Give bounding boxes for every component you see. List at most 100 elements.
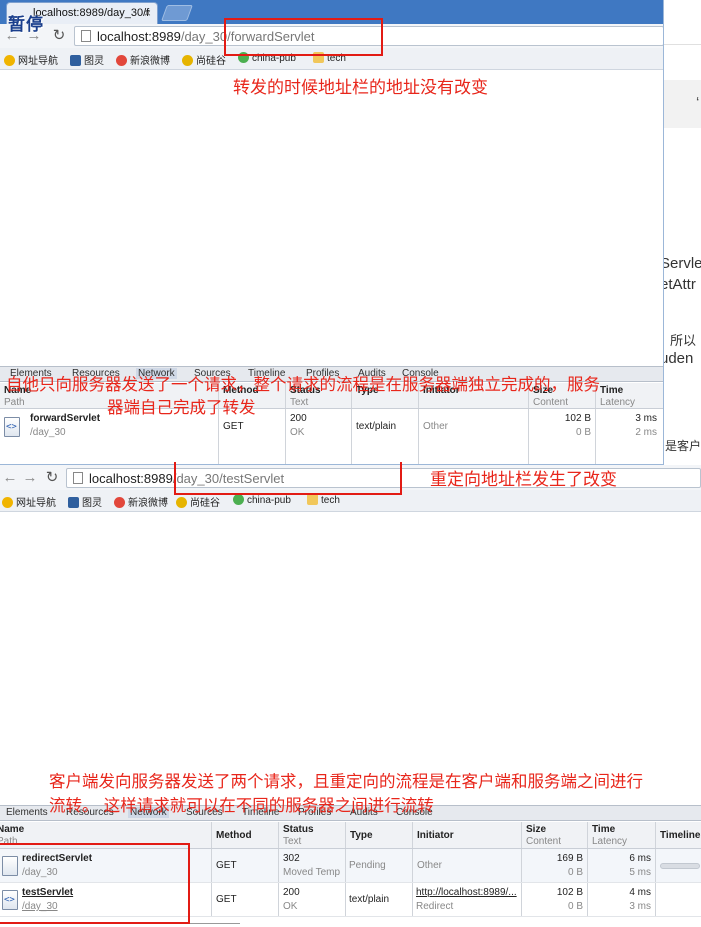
request-name[interactable]: forwardServlet xyxy=(30,413,100,424)
header-sublabel: Text xyxy=(290,397,309,408)
type-value: text/plain xyxy=(349,894,390,905)
reload-icon[interactable]: ↻ xyxy=(42,468,62,488)
cell-size: 102 B 0 B xyxy=(522,883,588,916)
annotation-forward-flow-line2: 器端自己完成了转发 xyxy=(107,398,256,417)
bookmark-item[interactable]: 图灵 xyxy=(70,52,104,67)
bookmark-item[interactable]: tech xyxy=(307,494,340,506)
type-value: text/plain xyxy=(356,421,397,432)
column-header-method[interactable]: Method xyxy=(212,822,279,848)
column-header-timeline[interactable]: Timeline xyxy=(656,822,701,848)
bookmark-item[interactable]: 尚硅谷 xyxy=(176,494,220,509)
content-size-value: 0 B xyxy=(567,901,583,912)
annotation-redirect-url: 重定向地址栏发生了改变 xyxy=(430,470,617,490)
initiator-sub: Redirect xyxy=(416,901,454,912)
annotation-forward-flow-line1: 自他只向服务器发送了一个请求，整个请求的流程是在服务器端独立完成的，服务 xyxy=(6,375,600,394)
timeline-bar xyxy=(660,863,700,869)
header-sublabel: Text xyxy=(283,836,302,847)
overlay-title: 暂停 xyxy=(8,15,44,34)
bookmark-label: 网址导航 xyxy=(16,498,56,509)
cell-size: 102 B 0 B xyxy=(529,409,596,464)
column-header-size[interactable]: Size Content xyxy=(522,822,588,848)
size-value: 169 B xyxy=(556,853,583,864)
bookmark-label: 尚硅谷 xyxy=(190,498,220,509)
bookmark-label: 图灵 xyxy=(84,56,104,67)
cell-status: 200 OK xyxy=(286,409,352,464)
column-header-time[interactable]: Time Latency xyxy=(588,822,656,848)
annotation-box-redirect-url xyxy=(174,462,402,495)
method-value: GET xyxy=(216,860,237,871)
cell-type: text/plain xyxy=(346,883,413,916)
tab-title: localhost:8989/day_30/f xyxy=(33,7,150,19)
column-header-time[interactable]: Time Latency xyxy=(596,383,663,408)
time-value: 4 ms xyxy=(629,887,651,898)
initiator-link[interactable]: http://localhost:8989/... xyxy=(416,887,517,898)
weibo-icon xyxy=(116,55,127,66)
status-code: 200 xyxy=(290,413,307,424)
url-host: localhost:8989 xyxy=(89,471,173,486)
cell-type: Pending xyxy=(346,849,413,882)
cell-status: 302 Moved Temp xyxy=(279,849,346,882)
doc-mark: ‘ xyxy=(696,94,700,111)
header-label: Type xyxy=(350,830,373,841)
bookmark-item[interactable]: 新浪微博 xyxy=(116,52,170,67)
page-icon xyxy=(73,472,83,484)
bookmark-label: 图灵 xyxy=(82,498,102,509)
status-text: Moved Temp xyxy=(283,867,341,878)
header-sublabel: Content xyxy=(533,397,569,408)
doc-fragment: 是客户 xyxy=(665,439,701,453)
table-row[interactable]: forwardServlet /day_30 GET 200 OK text/pl… xyxy=(0,409,663,464)
header-label: Initiator xyxy=(417,830,454,841)
devtools-tab-elements[interactable]: Elements xyxy=(4,807,50,818)
bookmark-item[interactable]: 图灵 xyxy=(68,494,102,509)
bookmark-label: 网址导航 xyxy=(18,56,58,67)
cell-type: text/plain xyxy=(352,409,419,464)
forward-arrow-icon[interactable]: → xyxy=(20,468,40,488)
cell-initiator: Other xyxy=(419,409,529,464)
cell-method: GET xyxy=(212,883,279,916)
star-icon xyxy=(4,55,15,66)
bookmark-item[interactable]: 新浪微博 xyxy=(114,494,168,509)
column-header-initiator[interactable]: Initiator xyxy=(413,822,522,848)
bookmark-item[interactable]: 网址导航 xyxy=(2,494,56,509)
annotation-redirect-flow-line1: 客户端发向服务器发送了两个请求，且重定向的流程是在客户端和服务端之间进行 xyxy=(49,772,643,791)
new-tab-button[interactable] xyxy=(161,5,193,21)
doc-fragment: 所以 xyxy=(670,333,697,348)
bookmark-label: 新浪微博 xyxy=(128,498,168,509)
status-text: OK xyxy=(283,901,298,912)
cell-time: 3 ms 2 ms xyxy=(596,409,663,464)
back-arrow-icon[interactable]: ← xyxy=(0,468,20,488)
cell-time: 6 ms 5 ms xyxy=(588,849,656,882)
status-code: 302 xyxy=(283,853,300,864)
doc-fragment: etAttr xyxy=(660,276,696,293)
weibo-icon xyxy=(114,497,125,508)
header-label: Status xyxy=(283,824,314,835)
bookmark-item[interactable]: 网址导航 xyxy=(4,52,58,67)
status-code: 200 xyxy=(283,887,300,898)
header-sublabel: Latency xyxy=(592,836,628,847)
reload-icon[interactable]: ↻ xyxy=(49,26,69,46)
latency-value: 2 ms xyxy=(635,427,657,438)
bookmark-item[interactable]: china-pub xyxy=(233,494,291,506)
method-value: GET xyxy=(223,421,244,432)
doc-fragment: Servle xyxy=(660,255,701,272)
star-icon xyxy=(2,497,13,508)
file-code-icon xyxy=(4,417,20,437)
size-value: 102 B xyxy=(564,413,591,424)
content-size-value: 0 B xyxy=(575,427,591,438)
annotation-redirect-flow-line2: 流转。 这样请求就可以在不同的服务器之间进行流转 xyxy=(49,796,434,815)
url-host: localhost:8989 xyxy=(97,29,181,44)
content-size-value: 0 B xyxy=(567,867,583,878)
column-header-status[interactable]: Status Text xyxy=(279,822,346,848)
request-path: /day_30 xyxy=(30,427,66,438)
header-sublabel: Content xyxy=(526,836,562,847)
cell-time: 4 ms 3 ms xyxy=(588,883,656,916)
column-header-type[interactable]: Type xyxy=(346,822,413,848)
header-label: Method xyxy=(216,830,252,841)
cell-initiator: http://localhost:8989/... Redirect xyxy=(413,883,522,916)
close-icon[interactable]: × xyxy=(144,6,151,20)
annotation-box-forward-url xyxy=(224,18,383,56)
cell-timeline xyxy=(656,883,701,916)
cell-timeline xyxy=(656,849,701,882)
bookmark-icon xyxy=(68,497,79,508)
bookmark-item[interactable]: 尚硅谷 xyxy=(182,52,226,67)
